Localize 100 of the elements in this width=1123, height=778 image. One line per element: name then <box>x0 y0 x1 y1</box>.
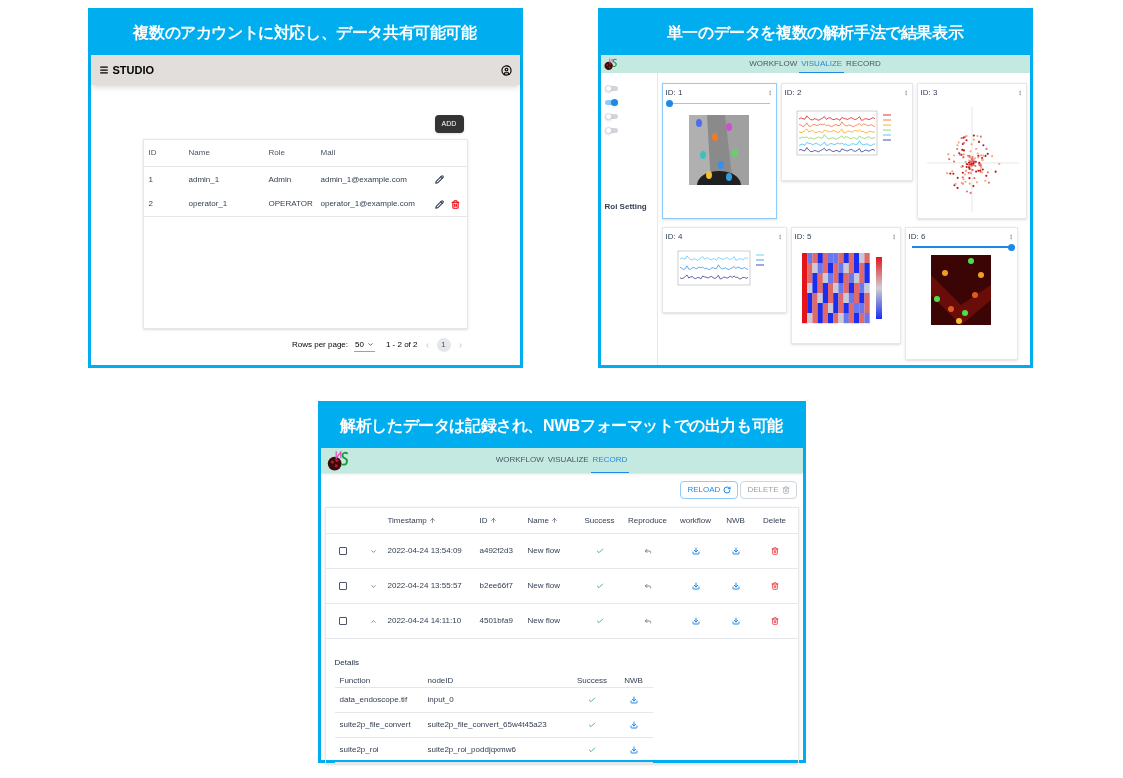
panel-caption: 解析したデータは記録され、NWBフォーマットでの出力も可能 <box>340 416 783 436</box>
column-header: Success <box>583 514 616 527</box>
download-icon[interactable] <box>731 617 740 625</box>
nav-tab[interactable]: WORKFLOW <box>493 448 546 473</box>
column-header: Reproduce <box>626 514 669 527</box>
download-icon[interactable] <box>629 696 638 704</box>
menu-icon[interactable] <box>98 65 109 75</box>
delete-icon[interactable] <box>450 199 460 209</box>
reproduce-icon[interactable] <box>643 547 652 555</box>
column-header: NWB <box>623 674 644 687</box>
more-icon[interactable] <box>890 234 897 240</box>
logo-icon <box>603 57 618 71</box>
reproduce-icon[interactable] <box>643 617 652 625</box>
slider-thumb[interactable] <box>665 100 673 107</box>
row-checkbox[interactable] <box>338 582 347 590</box>
table-cell-text: 2022-04-24 13:55:57 <box>387 580 463 592</box>
details-title: Details <box>334 658 359 667</box>
column-header: Success <box>575 674 609 687</box>
plot-card[interactable]: ID: 5 <box>790 227 901 344</box>
expand-icon[interactable] <box>370 547 377 555</box>
table-cell-text: data_endoscope.tif <box>339 694 409 706</box>
more-icon[interactable] <box>766 90 773 96</box>
more-icon[interactable] <box>1007 234 1014 240</box>
download-icon[interactable] <box>691 547 700 555</box>
table-cell-text: New flow <box>527 580 561 592</box>
column-header[interactable]: ID <box>479 514 528 527</box>
logo-icon <box>326 449 350 472</box>
table-cell-text: suite2p_roi_poddjqxmw6 <box>427 744 517 756</box>
toggle-switch[interactable] <box>604 113 618 120</box>
toggle-switch[interactable] <box>604 127 618 134</box>
column-header: workflow <box>678 514 713 527</box>
table-cell-text: New flow <box>527 615 561 627</box>
column-header[interactable]: Timestamp <box>387 514 480 527</box>
section-title: Roi Setting <box>604 201 648 213</box>
expand-icon[interactable] <box>370 582 377 590</box>
table-cell-text: operator_1 <box>188 198 229 210</box>
table-cell-text: b2ee66f7 <box>479 580 514 592</box>
table-cell-text: a492f2d3 <box>479 545 514 557</box>
user-icon[interactable] <box>500 64 512 76</box>
card-id: ID: 5 <box>794 231 812 243</box>
download-icon[interactable] <box>731 547 740 555</box>
rows-per-page-select[interactable]: 50 <box>354 338 375 352</box>
edit-icon[interactable] <box>434 199 444 209</box>
delete-icon[interactable] <box>770 582 779 590</box>
table-cell-text: admin_1 <box>188 173 221 186</box>
collapse-icon[interactable] <box>370 617 377 625</box>
table-cell-text: input_0 <box>427 694 455 706</box>
column-header: nodeID <box>427 674 455 687</box>
nav-tab[interactable]: RECORD <box>844 55 883 73</box>
card-id: ID: 2 <box>784 87 802 99</box>
download-icon[interactable] <box>731 582 740 590</box>
edit-icon[interactable] <box>434 175 444 184</box>
column-header: ID <box>148 147 158 159</box>
plot-card[interactable]: ID: 4 <box>661 227 787 313</box>
plot-card[interactable]: ID: 6 <box>904 227 1018 360</box>
nav-tab[interactable]: WORKFLOW <box>747 55 800 73</box>
plot-card[interactable]: ID: 3 <box>916 83 1027 219</box>
sort-arrow-icon <box>428 517 436 524</box>
nav-tab[interactable]: VISUALIZE <box>545 448 591 473</box>
more-icon[interactable] <box>776 234 783 240</box>
plot-card[interactable]: ID: 1 <box>661 83 777 219</box>
download-icon[interactable] <box>691 582 700 590</box>
reload-icon <box>723 486 732 494</box>
delete-icon[interactable] <box>770 547 779 555</box>
column-header: Function <box>339 674 372 687</box>
table-cell-text: suite2p_roi <box>339 744 380 756</box>
row-checkbox[interactable] <box>338 547 347 555</box>
download-icon[interactable] <box>691 617 700 625</box>
reload-button[interactable]: RELOAD <box>680 481 739 499</box>
sort-arrow-icon <box>550 517 558 524</box>
table-cell-text: 1 <box>148 173 154 186</box>
column-header: Delete <box>761 514 788 527</box>
page-range: 1 - 2 of 2 <box>385 339 418 351</box>
caret-icon <box>366 341 374 348</box>
sort-arrow-icon <box>489 517 497 524</box>
table-cell-text: suite2p_file_convert_65w4t45a23 <box>427 719 548 731</box>
toggle-switch[interactable] <box>604 85 618 92</box>
column-header: NWB <box>725 514 746 527</box>
download-icon[interactable] <box>629 746 638 754</box>
column-header: Name <box>188 147 211 159</box>
trash-icon <box>781 486 790 494</box>
table-cell-text: New flow <box>527 545 561 557</box>
plot-card[interactable]: ID: 2 <box>780 83 913 181</box>
table-cell-text: 2 <box>148 198 154 210</box>
card-id: ID: 3 <box>920 87 938 99</box>
row-checkbox[interactable] <box>338 617 347 625</box>
slider-thumb[interactable] <box>1007 244 1015 251</box>
column-header[interactable]: Name <box>527 514 578 527</box>
more-icon[interactable] <box>902 90 909 96</box>
download-icon[interactable] <box>629 721 638 729</box>
reproduce-icon[interactable] <box>643 582 652 590</box>
rows-per-page-label: Rows per page: <box>292 339 348 351</box>
table-cell-text: Admin <box>268 173 293 186</box>
more-icon[interactable] <box>1016 90 1023 96</box>
table-cell-text: admin_1@example.com <box>320 173 408 186</box>
app-title: STUDIO <box>112 62 155 78</box>
card-id: ID: 1 <box>665 87 683 99</box>
delete-icon[interactable] <box>770 617 779 625</box>
toggle-switch[interactable] <box>604 99 618 106</box>
page-button[interactable]: 1 <box>436 338 451 352</box>
